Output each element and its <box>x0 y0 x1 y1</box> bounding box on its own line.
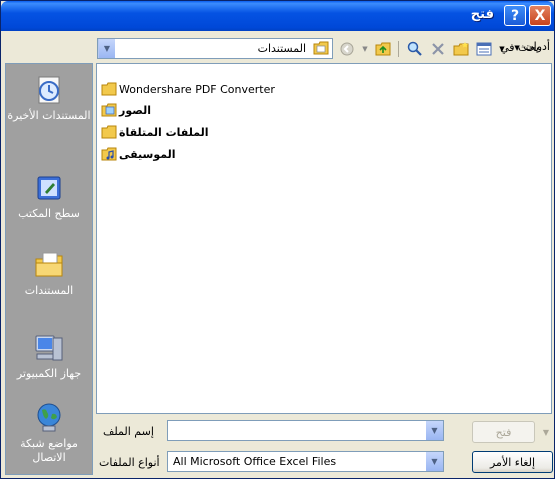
list-item[interactable]: الموسيقى <box>101 146 176 162</box>
open-button[interactable]: فتح <box>472 421 535 443</box>
place-recent-documents[interactable]: المستندات الأخيرة <box>6 74 92 123</box>
place-network-places[interactable]: مواضع شبكة الاتصال <box>6 402 92 465</box>
file-name: الملفات المتلقاة <box>119 125 209 139</box>
file-name: الصور <box>119 103 151 117</box>
list-item[interactable]: Wondershare PDF Converter <box>101 81 275 97</box>
open-button-label: فتح <box>495 425 512 439</box>
place-desktop[interactable]: سطح المكتب <box>6 172 92 221</box>
my-documents-icon <box>33 249 65 281</box>
help-button[interactable]: ? <box>504 5 526 26</box>
tools-dropdown-icon: ▼ <box>514 44 520 52</box>
file-name-input[interactable]: ▼ <box>167 420 444 441</box>
up-folder-icon[interactable] <box>375 41 391 57</box>
place-label: المستندات الأخيرة <box>7 109 91 122</box>
toolbar-icons: ▼ ▼ <box>339 39 505 59</box>
open-dialog: فتح ? X بحث في المستندات ▼ ▼ ▼ أدوات ▼ ا… <box>0 0 555 479</box>
back-dropdown-icon[interactable]: ▼ <box>362 41 368 57</box>
file-types-value: All Microsoft Office Excel Files <box>173 455 337 468</box>
music-folder-icon <box>101 147 117 161</box>
chevron-down-icon[interactable]: ▼ <box>98 39 115 58</box>
toolbar: بحث في المستندات ▼ ▼ ▼ أدوات ▼ <box>1 31 554 63</box>
back-icon[interactable] <box>339 41 355 57</box>
new-folder-icon[interactable] <box>453 41 469 57</box>
close-icon: X <box>534 7 546 24</box>
separator-icon <box>398 41 400 57</box>
open-dropdown-icon[interactable]: ▼ <box>539 421 553 443</box>
tools-menu-label: أدوات <box>523 40 550 53</box>
folder-icon <box>101 125 117 139</box>
documents-folder-icon <box>313 41 329 58</box>
place-label: سطح المكتب <box>18 207 80 220</box>
chevron-down-icon[interactable]: ▼ <box>426 421 443 440</box>
place-label: جهاز الكمبيوتر <box>16 367 82 380</box>
file-name-label: إسم الملف <box>103 425 154 438</box>
list-item[interactable]: الملفات المتلقاة <box>101 124 209 140</box>
dialog-title: فتح <box>470 7 494 22</box>
help-icon: ? <box>510 7 520 24</box>
cancel-button-label: إلغاء الأمر <box>489 455 536 469</box>
chevron-down-icon[interactable]: ▼ <box>426 452 443 471</box>
delete-icon[interactable] <box>430 41 446 57</box>
place-label: مواضع شبكة الاتصال <box>20 437 78 464</box>
file-types-select[interactable]: All Microsoft Office Excel Files ▼ <box>167 451 444 472</box>
folder-icon <box>101 82 117 96</box>
look-in-value: المستندات <box>257 42 306 55</box>
cancel-button[interactable]: إلغاء الأمر <box>472 451 553 473</box>
place-my-documents[interactable]: المستندات <box>6 249 92 298</box>
my-computer-icon <box>33 332 65 364</box>
place-my-computer[interactable]: جهاز الكمبيوتر <box>6 332 92 381</box>
desktop-icon <box>33 172 65 204</box>
look-in-combo[interactable]: المستندات ▼ <box>97 38 333 59</box>
place-label: المستندات <box>24 284 74 297</box>
title-bar[interactable]: فتح ? X <box>1 1 554 31</box>
recent-documents-icon <box>33 74 65 106</box>
views-icon[interactable] <box>476 41 492 57</box>
file-list[interactable]: Wondershare PDF Converter الصور الملفات … <box>96 63 552 414</box>
file-name: Wondershare PDF Converter <box>119 82 275 96</box>
pictures-folder-icon <box>101 103 117 117</box>
file-name: الموسيقى <box>119 147 176 161</box>
file-types-label: أنواع الملفات <box>99 456 160 469</box>
network-places-icon <box>33 402 65 434</box>
places-bar: المستندات الأخيرة سطح المكتب المستندات ج… <box>5 63 93 475</box>
views-dropdown-icon[interactable]: ▼ <box>499 41 505 57</box>
list-item[interactable]: الصور <box>101 102 151 118</box>
close-button[interactable]: X <box>529 5 551 26</box>
search-web-icon[interactable] <box>407 41 423 57</box>
tools-menu[interactable]: أدوات ▼ <box>514 40 550 53</box>
